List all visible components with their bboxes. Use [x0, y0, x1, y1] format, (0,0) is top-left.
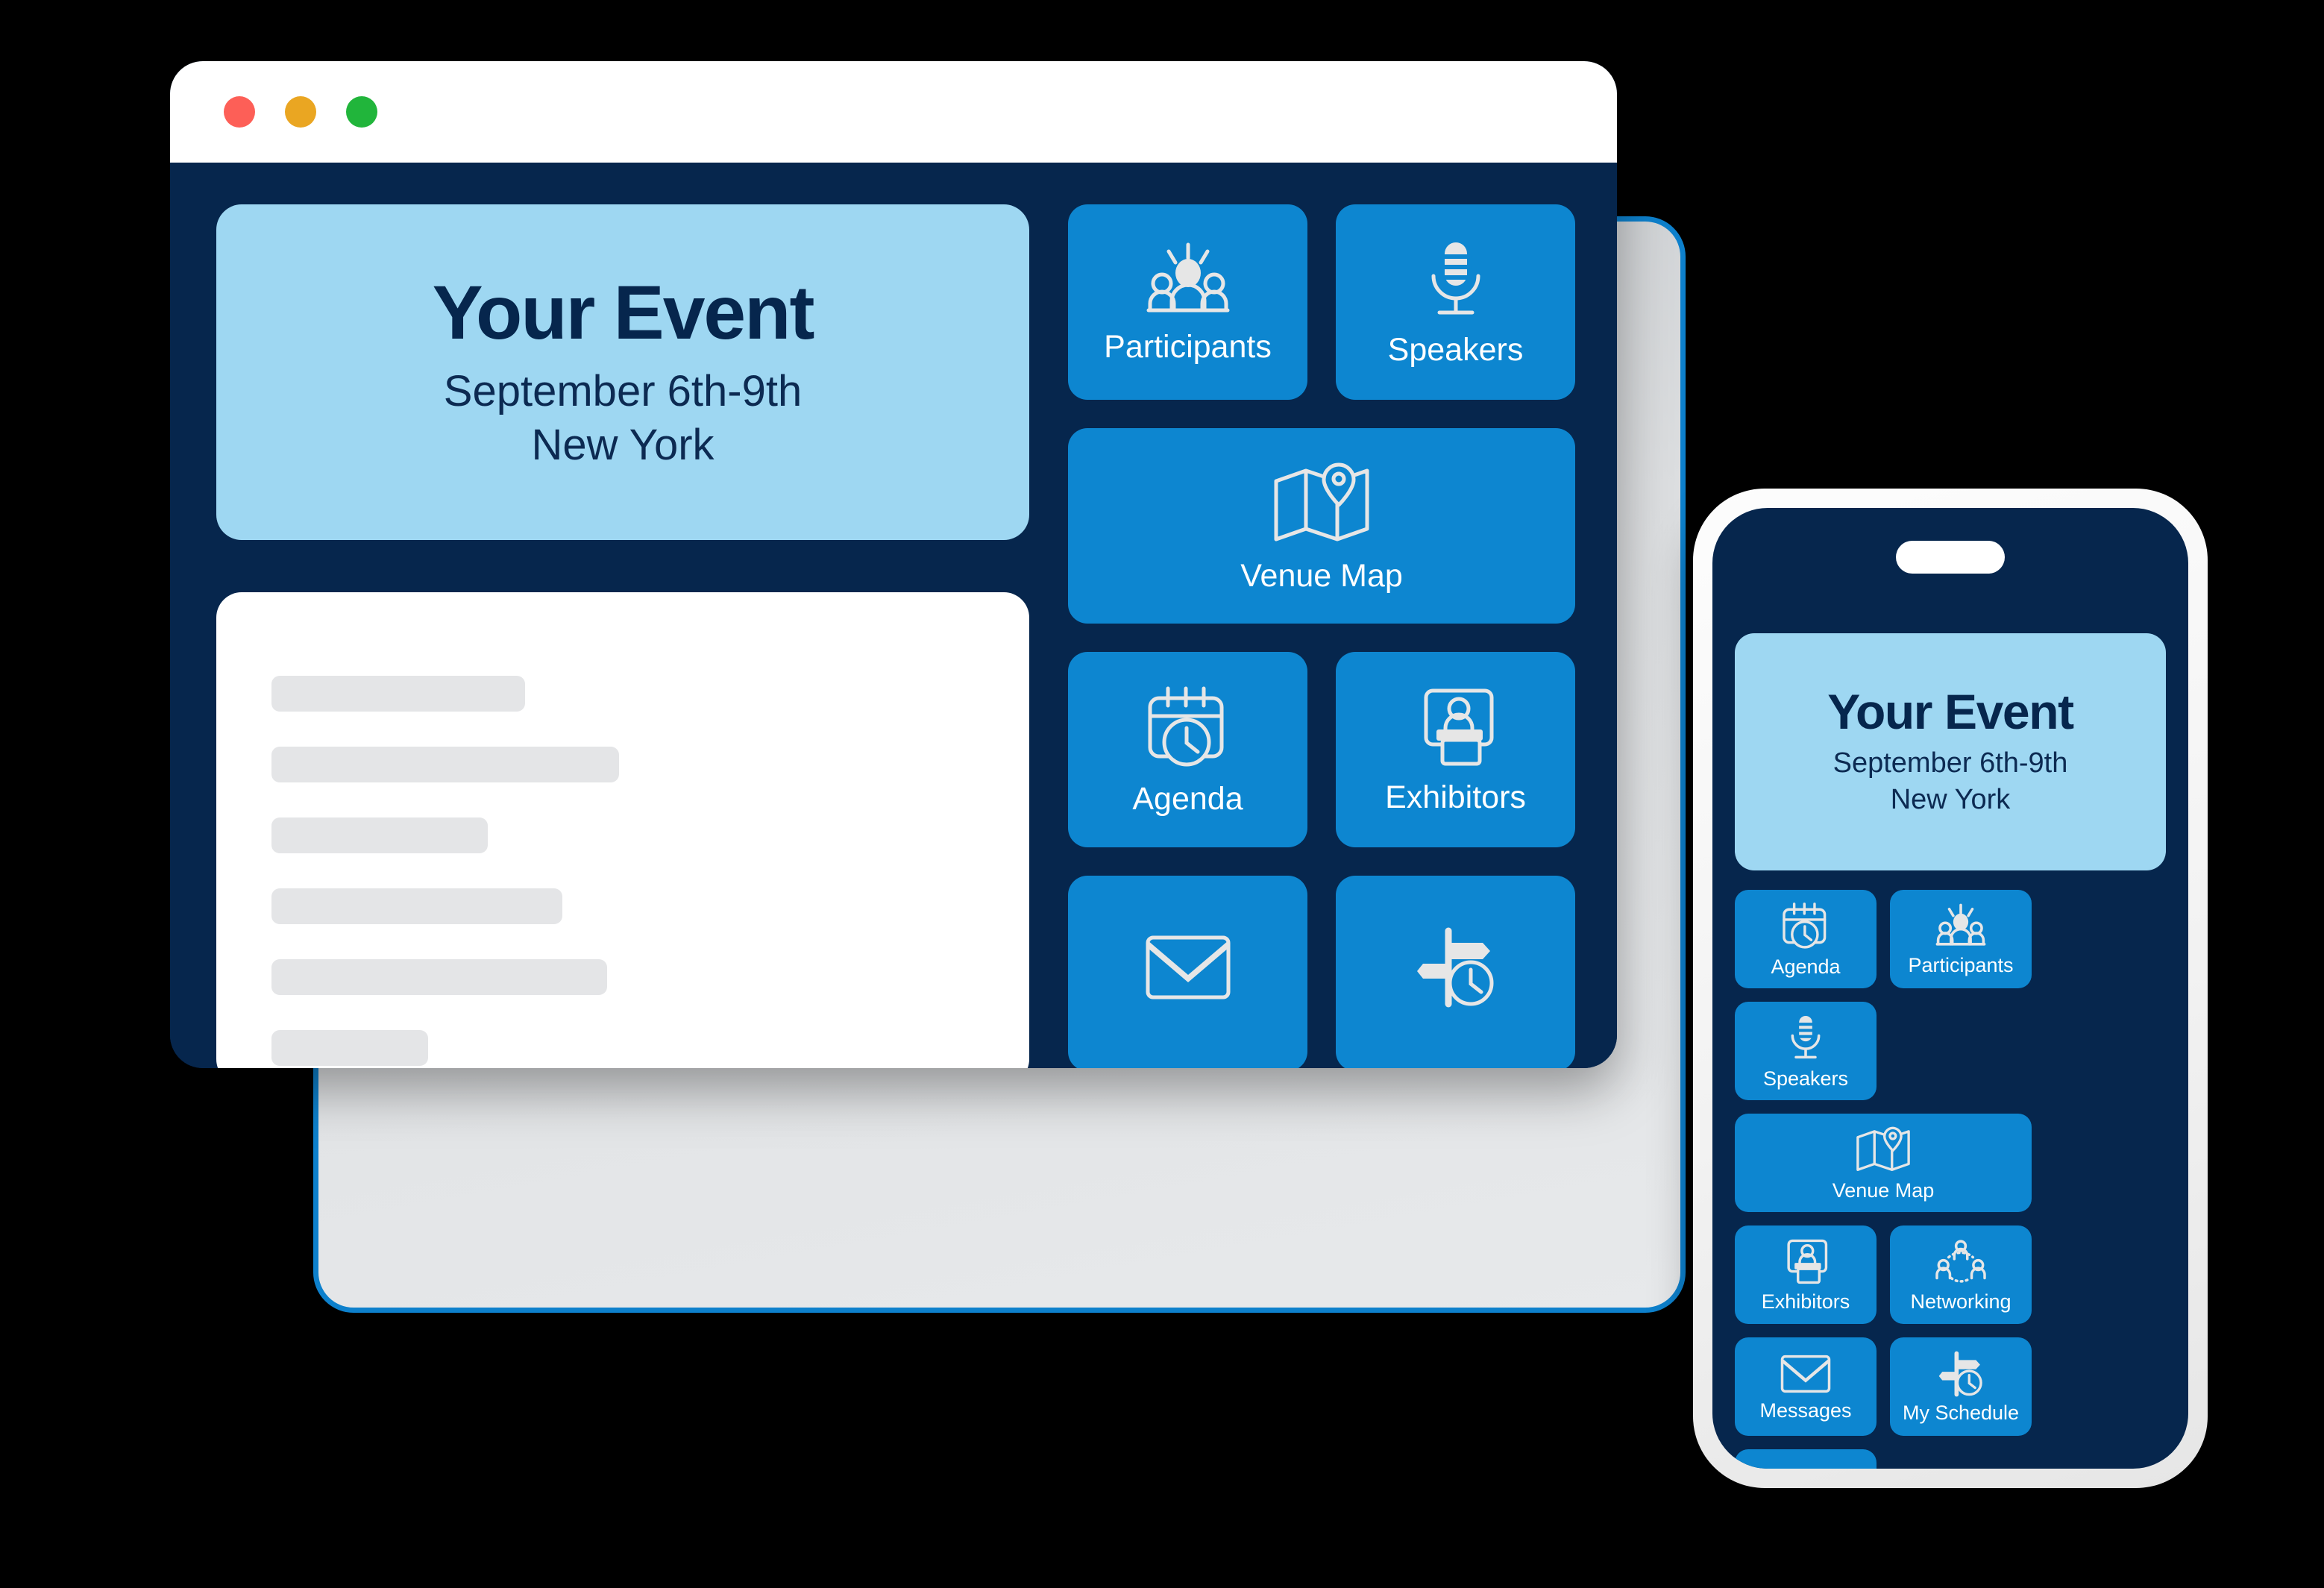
microphone-icon: [1784, 1014, 1827, 1063]
event-hero-card: Your Event September 6th-9th New York: [216, 204, 1029, 540]
desktop-tile-grid: Participants Speakers Venue Map Agenda E…: [1068, 204, 1575, 1068]
tile-label: Exhibitors: [1385, 779, 1526, 815]
browser-title-bar: [170, 61, 1617, 163]
tile-speakers[interactable]: Speakers: [1336, 204, 1575, 400]
tile-label: Agenda: [1132, 780, 1243, 817]
phone-tile-label: My Schedule: [1902, 1401, 2020, 1424]
phone-tile-agenda[interactable]: Agenda: [1735, 890, 1877, 988]
placeholder-bar: [271, 1030, 428, 1066]
phone-tile-label: Messages: [1759, 1399, 1852, 1422]
phone-tile-venue-map[interactable]: Venue Map: [1735, 1114, 2032, 1212]
phone-tile-exhibitors[interactable]: Exhibitors: [1735, 1225, 1877, 1324]
envelope-icon: [1143, 932, 1233, 1003]
phone-event-date: September 6th-9th: [1832, 747, 2068, 779]
event-date: September 6th-9th: [443, 366, 803, 415]
phone-tile-label: Participants: [1908, 953, 2014, 976]
placeholder-bar: [271, 888, 562, 924]
phone-tile-label: Agenda: [1771, 955, 1841, 978]
envelope-icon: [1780, 1353, 1832, 1395]
exhibitor-booth-icon: [1782, 1238, 1830, 1286]
minimize-window-button[interactable]: [285, 96, 316, 128]
microphone-icon: [1420, 239, 1492, 322]
calendar-clock-icon: [1780, 902, 1831, 951]
placeholder-bar: [271, 817, 488, 853]
phone-tile-videos[interactable]: [1735, 1449, 1877, 1469]
placeholder-bar: [271, 747, 619, 782]
phone-tile-grid: Agenda Participants Speakers Venue Map E…: [1735, 890, 2166, 1469]
phone-event-title: Your Event: [1827, 683, 2074, 739]
phone-mockup: Your Event September 6th-9th New York Ag…: [1693, 489, 2208, 1488]
phone-tile-participants[interactable]: Participants: [1890, 890, 2032, 988]
map-pin-icon: [1270, 460, 1373, 548]
tile-participants[interactable]: Participants: [1068, 204, 1307, 400]
phone-event-location: New York: [1890, 783, 2011, 815]
phone-tile-my-schedule[interactable]: My Schedule: [1890, 1337, 2032, 1436]
participants-icon: [1143, 242, 1233, 319]
screenshot-stage: Your Event September 6th-9th New York Pa…: [0, 0, 2324, 1588]
close-window-button[interactable]: [224, 96, 255, 128]
browser-content: Your Event September 6th-9th New York Pa…: [170, 163, 1617, 1068]
placeholder-bar: [271, 959, 607, 995]
tile-label: Participants: [1104, 328, 1272, 365]
tile-agenda[interactable]: Agenda: [1068, 652, 1307, 847]
phone-tile-label: Speakers: [1762, 1067, 1849, 1090]
maximize-window-button[interactable]: [346, 96, 377, 128]
content-placeholder-card: [216, 592, 1029, 1068]
tile-venue-map[interactable]: Venue Map: [1068, 428, 1575, 624]
networking-icon: [1935, 1238, 1986, 1286]
phone-event-date-location: September 6th-9th New York: [1833, 745, 2068, 817]
event-location: New York: [531, 421, 715, 470]
desktop-left-column: Your Event September 6th-9th New York: [216, 204, 1029, 1068]
exhibitor-booth-icon: [1414, 686, 1498, 770]
phone-tile-label: Networking: [1910, 1290, 2011, 1313]
tile-label: Venue Map: [1240, 557, 1403, 594]
phone-tile-messages[interactable]: Messages: [1735, 1337, 1877, 1436]
tile-label: Speakers: [1387, 331, 1524, 368]
phone-notch: [1896, 541, 2005, 574]
tile-exhibitors[interactable]: Exhibitors: [1336, 652, 1575, 847]
phone-tile-networking[interactable]: Networking: [1890, 1225, 2032, 1324]
phone-screen: Your Event September 6th-9th New York Ag…: [1712, 508, 2188, 1469]
placeholder-bar: [271, 676, 525, 712]
calendar-clock-icon: [1144, 685, 1232, 771]
phone-event-hero-card: Your Event September 6th-9th New York: [1735, 633, 2166, 870]
event-title: Your Event: [432, 270, 815, 356]
browser-window: Your Event September 6th-9th New York Pa…: [170, 61, 1617, 1068]
phone-tile-speakers[interactable]: Speakers: [1735, 1002, 1877, 1100]
phone-tile-label: Venue Map: [1832, 1179, 1935, 1202]
tile-my-schedule[interactable]: [1336, 876, 1575, 1068]
signpost-clock-icon: [1937, 1351, 1985, 1397]
participants-icon: [1934, 903, 1988, 950]
map-pin-icon: [1854, 1126, 1912, 1175]
signpost-clock-icon: [1414, 926, 1498, 1008]
tile-messages[interactable]: [1068, 876, 1307, 1068]
phone-tile-label: Exhibitors: [1761, 1290, 1850, 1313]
event-date-location: September 6th-9th New York: [444, 365, 802, 473]
